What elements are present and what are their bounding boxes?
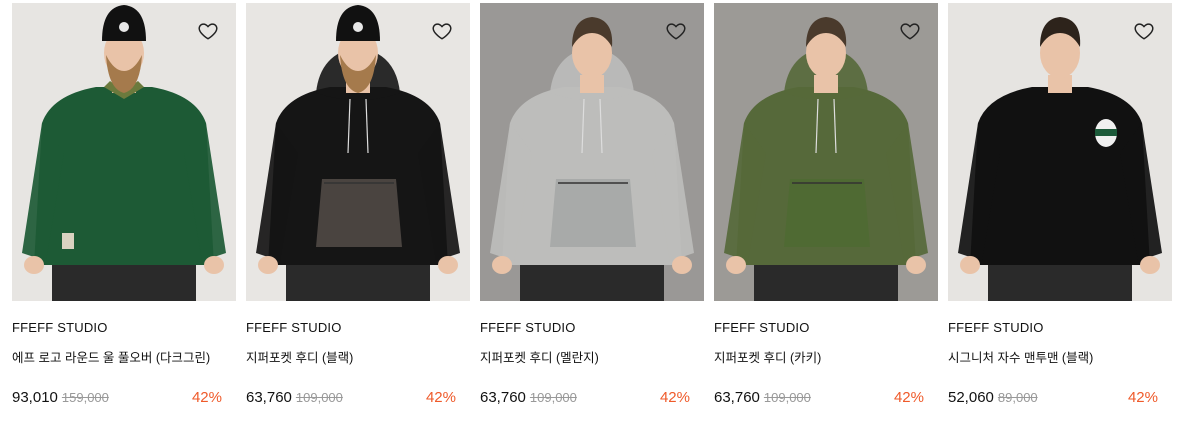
price-row: 63,760 109,000 42% xyxy=(480,388,704,408)
product-grid: FFEFF STUDIO 에프 로고 라운드 울 풀오버 (다크그린) 93,0… xyxy=(12,3,1172,408)
product-name[interactable]: 지퍼포켓 후디 (블랙) xyxy=(246,350,470,366)
product-photo xyxy=(948,3,1172,301)
brand-name[interactable]: FFEFF STUDIO xyxy=(12,320,236,336)
price-row: 93,010 159,000 42% xyxy=(12,388,236,408)
sale-price: 63,760 xyxy=(246,389,292,406)
product-image[interactable] xyxy=(714,3,938,301)
brand-name[interactable]: FFEFF STUDIO xyxy=(714,320,938,336)
product-name[interactable]: 시그니처 자수 맨투맨 (블랙) xyxy=(948,350,1172,366)
product-card[interactable]: FFEFF STUDIO 지퍼포켓 후디 (멜란지) 63,760 109,000… xyxy=(480,3,704,408)
price-row: 52,060 89,000 42% xyxy=(948,388,1172,408)
product-name[interactable]: 에프 로고 라운드 울 풀오버 (다크그린) xyxy=(12,350,236,366)
original-price: 89,000 xyxy=(997,390,1038,405)
original-price: 109,000 xyxy=(529,390,577,405)
original-price: 109,000 xyxy=(295,390,343,405)
product-photo xyxy=(714,3,938,301)
brand-name[interactable]: FFEFF STUDIO xyxy=(480,320,704,336)
product-card[interactable]: FFEFF STUDIO 지퍼포켓 후디 (카키) 63,760 109,000 … xyxy=(714,3,938,408)
sale-price: 52,060 xyxy=(948,389,994,406)
original-price: 159,000 xyxy=(61,390,109,405)
heart-icon[interactable] xyxy=(197,20,219,42)
product-photo xyxy=(12,3,236,301)
price-row: 63,760 109,000 42% xyxy=(714,388,938,408)
heart-icon[interactable] xyxy=(899,20,921,42)
sale-price: 63,760 xyxy=(714,389,760,406)
brand-name[interactable]: FFEFF STUDIO xyxy=(948,320,1172,336)
sale-price: 63,760 xyxy=(480,389,526,406)
heart-icon[interactable] xyxy=(665,20,687,42)
product-card[interactable]: FFEFF STUDIO 에프 로고 라운드 울 풀오버 (다크그린) 93,0… xyxy=(12,3,236,408)
product-image[interactable] xyxy=(480,3,704,301)
heart-icon[interactable] xyxy=(1133,20,1155,42)
brand-name[interactable]: FFEFF STUDIO xyxy=(246,320,470,336)
heart-icon[interactable] xyxy=(431,20,453,42)
price-row: 63,760 109,000 42% xyxy=(246,388,470,408)
product-image[interactable] xyxy=(12,3,236,301)
product-image[interactable] xyxy=(948,3,1172,301)
discount-rate: 42% xyxy=(659,389,690,406)
original-price: 109,000 xyxy=(763,390,811,405)
product-card[interactable]: FFEFF STUDIO 지퍼포켓 후디 (블랙) 63,760 109,000 … xyxy=(246,3,470,408)
discount-rate: 42% xyxy=(1127,389,1158,406)
product-image[interactable] xyxy=(246,3,470,301)
product-photo xyxy=(480,3,704,301)
discount-rate: 42% xyxy=(893,389,924,406)
product-name[interactable]: 지퍼포켓 후디 (멜란지) xyxy=(480,350,704,366)
discount-rate: 42% xyxy=(425,389,456,406)
product-card[interactable]: FFEFF STUDIO 시그니처 자수 맨투맨 (블랙) 52,060 89,0… xyxy=(948,3,1172,408)
sale-price: 93,010 xyxy=(12,389,58,406)
product-name[interactable]: 지퍼포켓 후디 (카키) xyxy=(714,350,938,366)
product-photo xyxy=(246,3,470,301)
discount-rate: 42% xyxy=(191,389,222,406)
